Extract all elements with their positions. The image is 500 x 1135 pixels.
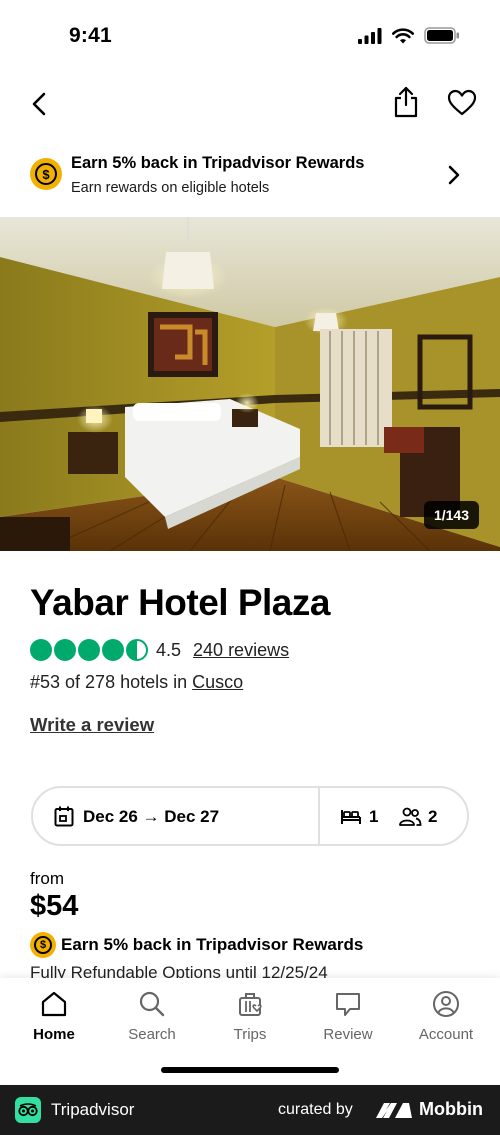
rating-bubble-full [78,639,100,661]
booking-divider [318,788,320,844]
guests-icon[interactable] [398,807,422,827]
refund-text: Fully Refundable Options until 12/25/24 [30,963,328,979]
from-label: from [30,869,64,888]
speech-bubble-icon [336,993,360,1016]
rewards-coin-icon: $ [30,158,62,190]
hotel-photo[interactable]: 1/143 [0,217,500,551]
top-nav [0,84,500,124]
attribution-footer: Tripadvisor curated by Mobbin [0,1085,500,1135]
status-icons [358,27,460,44]
tab-search[interactable]: Search [104,978,200,1058]
rating-bubble-half [126,639,148,661]
price-rewards-text: Earn 5% back in Tripadvisor Rewards [61,935,364,954]
back-arrow-icon[interactable] [28,90,50,118]
curated-by-label: curated by [278,1101,353,1118]
home-indicator [161,1067,339,1073]
rating-bubble-full [54,639,76,661]
heart-icon[interactable] [447,88,477,118]
rating-bubble-full [102,639,124,661]
search-icon [139,991,165,1017]
photo-counter: 1/143 [423,501,479,529]
hotel-name: Yabar Hotel Plaza [30,582,330,623]
mobbin-name: Mobbin [419,1099,483,1119]
booking-selector: Dec 26 → Dec 27 1 2 [31,786,469,846]
rating-bubbles [30,639,148,661]
chevron-right-icon[interactable] [446,164,462,186]
cellular-signal-icon [358,27,382,44]
tab-trips[interactable]: Trips [202,978,298,1058]
price: $54 [30,890,79,922]
owl-eyes-icon [18,1103,38,1117]
ranking-text: #53 of 278 hotels in Cusco [30,672,243,693]
account-icon [433,991,459,1017]
status-bar: 9:41 [0,0,500,72]
city-link[interactable]: Cusco [192,672,243,692]
status-time: 9:41 [69,24,112,47]
tab-label: Account [418,1026,474,1043]
tripadvisor-logo-icon [15,1097,41,1123]
tab-label: Trips [233,1026,267,1043]
write-review-link[interactable]: Write a review [30,714,154,736]
tab-account[interactable]: Account [398,978,494,1058]
suitcase-icon [239,993,262,1016]
date-range[interactable]: Dec 26 → Dec 27 [83,807,219,827]
tab-label: Search [128,1026,176,1043]
ranking-prefix: #53 of 278 hotels in [30,672,193,692]
rewards-coin-icon: $ [30,932,56,958]
rewards-subtitle: Earn rewards on eligible hotels [71,180,270,196]
mobbin-logo-icon [376,1103,412,1118]
home-icon [41,991,67,1017]
battery-icon [424,27,459,44]
tripadvisor-name: Tripadvisor [51,1100,135,1119]
guests-count[interactable]: 2 [428,807,437,827]
calendar-icon[interactable] [54,806,74,827]
tab-label: Review [323,1026,373,1043]
tab-review[interactable]: Review [300,978,396,1058]
rewards-banner[interactable]: $ Earn 5% back in Tripadvisor Rewards Ea… [0,148,500,204]
wifi-icon [392,27,414,43]
reviews-link[interactable]: 240 reviews [193,640,289,661]
hotel-room-image [0,217,500,551]
rating-value: 4.5 [156,639,182,660]
rating-row: 4.5 240 reviews [30,638,289,662]
rating-bubble-full [30,639,52,661]
share-icon[interactable] [392,86,420,118]
bed-icon[interactable] [340,808,362,826]
rewards-title: Earn 5% back in Tripadvisor Rewards [71,154,365,172]
tab-home[interactable]: Home [6,978,102,1058]
rooms-count[interactable]: 1 [369,807,378,827]
tab-label: Home [33,1026,75,1043]
